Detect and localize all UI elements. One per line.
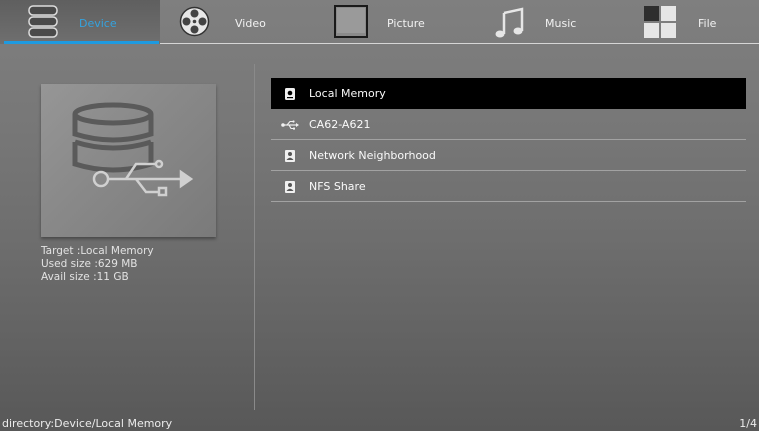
tab-video[interactable]: Video [176, 0, 286, 46]
target-info: Target :Local Memory [41, 245, 154, 257]
device-thumbnail [41, 84, 216, 237]
tab-label: File [698, 17, 717, 30]
tab-music[interactable]: Music [491, 0, 601, 46]
usb-icon [281, 117, 299, 131]
music-note-icon [494, 7, 526, 43]
tab-label: Video [235, 17, 266, 30]
directory-path: directory:Device/Local Memory [2, 417, 173, 430]
list-item-label: CA62-A621 [309, 118, 371, 131]
database-icon [28, 5, 58, 43]
top-tab-bar: Device Video Picture Music File [0, 0, 759, 46]
tab-bar-divider [160, 43, 759, 44]
tab-device[interactable]: Device [0, 0, 160, 46]
active-tab-indicator [4, 41, 159, 44]
list-item-nfs-share[interactable]: NFS Share [271, 171, 746, 202]
list-item-local-memory[interactable]: Local Memory [271, 78, 746, 109]
panel-divider [254, 64, 255, 410]
tab-file[interactable]: File [640, 0, 759, 46]
picture-frame-icon [334, 5, 368, 42]
network-share-icon [283, 148, 297, 162]
tab-label: Picture [387, 17, 425, 30]
list-item-usb[interactable]: CA62-A621 [271, 109, 746, 140]
avail-size-info: Avail size :11 GB [41, 271, 129, 283]
tab-label: Device [79, 17, 117, 30]
used-size-info: Used size :629 MB [41, 258, 138, 270]
list-item-label: NFS Share [309, 180, 366, 193]
nfs-share-icon [283, 179, 297, 193]
list-item-network-neighborhood[interactable]: Network Neighborhood [271, 140, 746, 171]
device-list: Local Memory CA62-A621 Network Neighborh… [271, 78, 746, 202]
file-grid-icon [644, 6, 677, 43]
local-storage-icon [283, 86, 297, 100]
list-item-label: Local Memory [309, 87, 386, 100]
tab-label: Music [545, 17, 577, 30]
film-reel-icon [179, 6, 210, 41]
list-item-label: Network Neighborhood [309, 149, 436, 162]
tab-picture[interactable]: Picture [332, 0, 452, 46]
page-indicator: 1/4 [739, 417, 757, 430]
